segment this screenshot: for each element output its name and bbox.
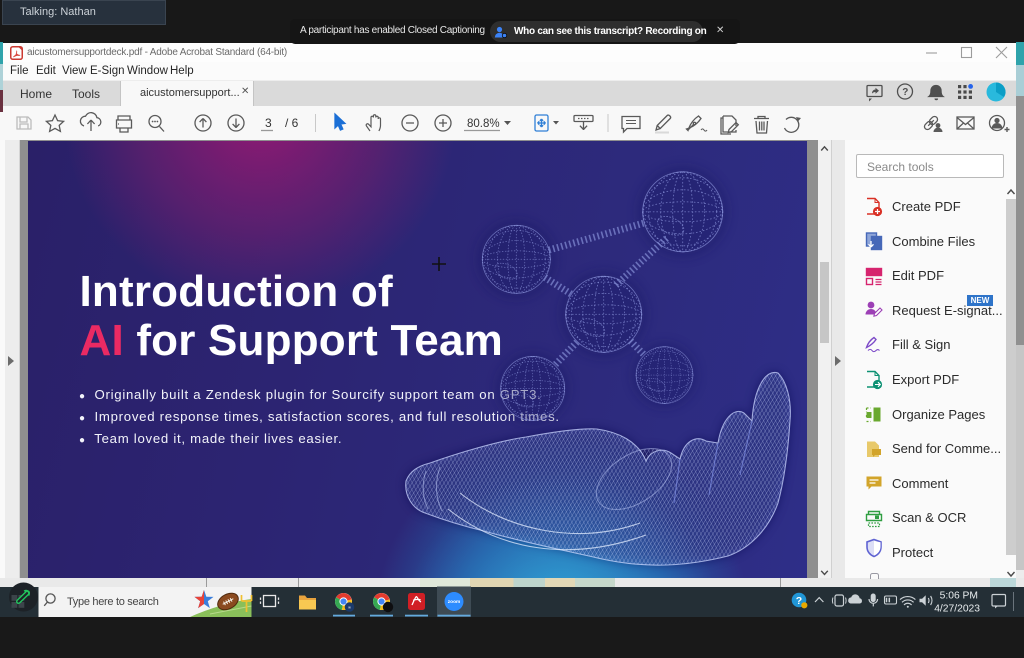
svg-text:Type here to search: Type here to search <box>67 596 159 608</box>
svg-text:5:06 PM: 5:06 PM <box>940 591 978 602</box>
svg-text:4/27/2023: 4/27/2023 <box>934 604 980 615</box>
svg-text:3: 3 <box>265 116 272 130</box>
svg-text:?: ? <box>902 87 908 98</box>
svg-text:/ 6: / 6 <box>285 116 299 130</box>
svg-text:80.8%: 80.8% <box>467 118 500 130</box>
svg-text:zoom: zoom <box>448 600 461 605</box>
